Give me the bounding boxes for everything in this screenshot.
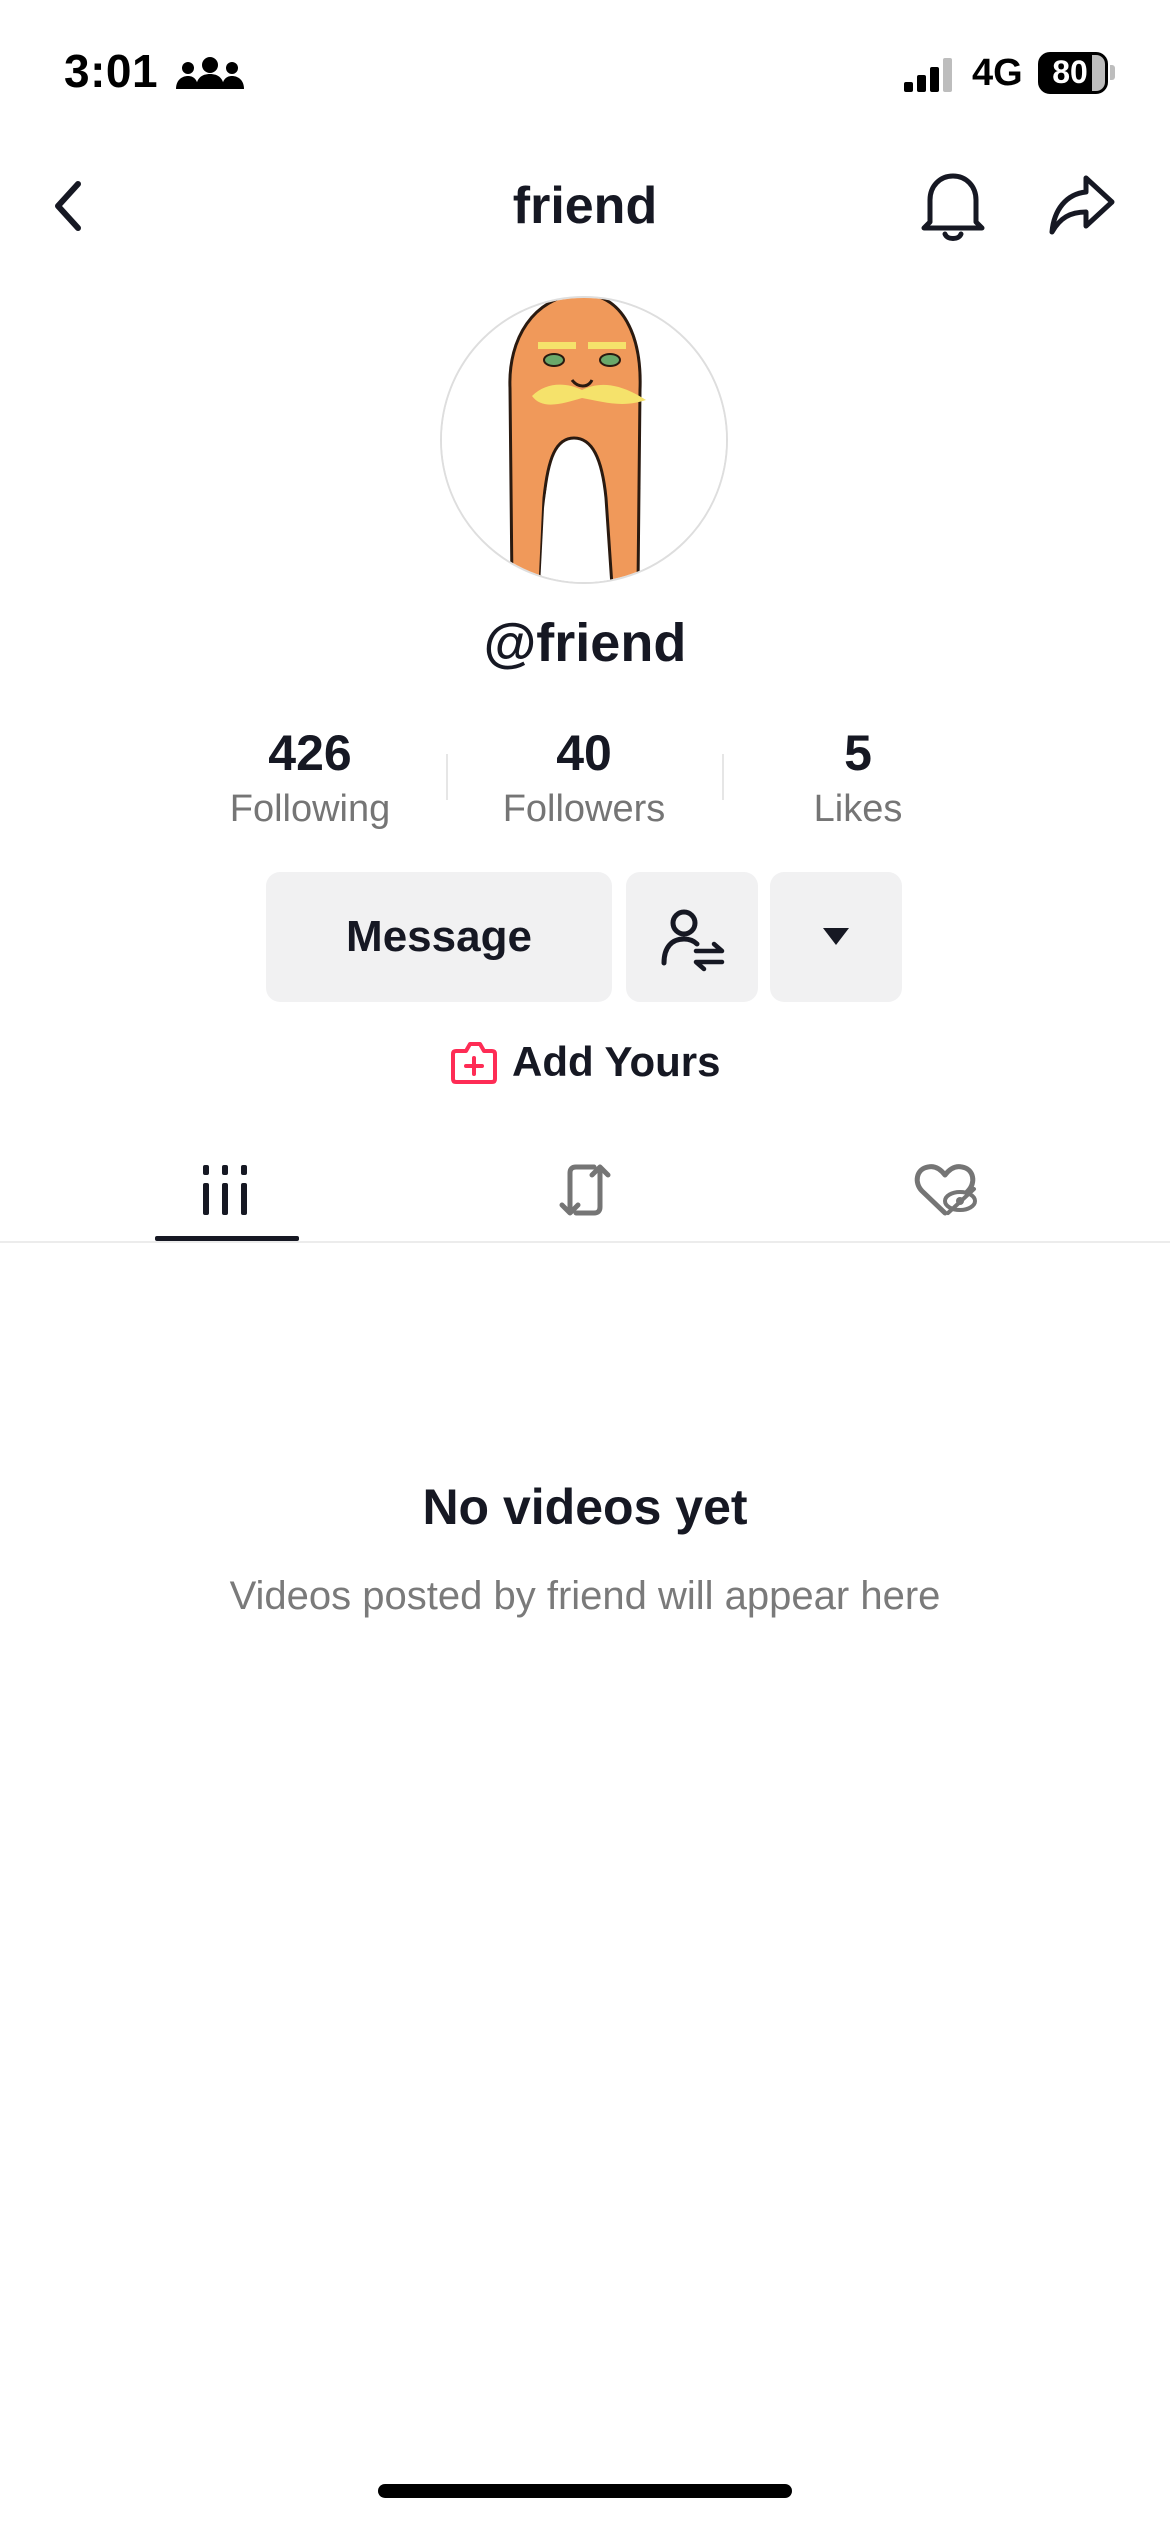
videos-grid-icon: [203, 1165, 247, 1215]
stat-likes[interactable]: 5 Likes: [738, 722, 978, 831]
people-icon: [176, 57, 244, 89]
home-indicator[interactable]: [378, 2484, 792, 2498]
following-label: Following: [229, 788, 391, 830]
empty-state-title: No videos yet: [422, 1479, 748, 1535]
empty-state-subtitle: Videos posted by friend will appear here: [229, 1574, 941, 1618]
likes-count: 5: [844, 725, 872, 781]
tab-reposts[interactable]: [390, 1140, 780, 1240]
repost-icon: [559, 1164, 611, 1216]
avatar[interactable]: [440, 296, 728, 584]
tab-liked[interactable]: [750, 1140, 1140, 1240]
friend-status-button[interactable]: [626, 872, 758, 1002]
caret-down-icon: [823, 928, 849, 945]
likes-label: Likes: [813, 788, 903, 830]
stat-divider: [722, 754, 724, 800]
profile-handle: @friend: [483, 613, 687, 673]
avatar-image: [442, 298, 726, 582]
tab-videos[interactable]: [30, 1140, 420, 1240]
add-yours-link[interactable]: Add Yours: [450, 1034, 720, 1090]
followers-count: 40: [556, 725, 612, 781]
message-button[interactable]: Message: [266, 872, 612, 1002]
network-label: 4G: [972, 52, 1023, 94]
battery-icon: 80: [1038, 52, 1116, 94]
more-options-button[interactable]: [770, 872, 902, 1002]
user-swap-icon: [661, 909, 725, 972]
page-title: friend: [512, 177, 658, 235]
liked-hidden-icon: [914, 1164, 977, 1216]
battery-percent: 80: [1052, 54, 1088, 90]
stat-divider: [446, 754, 448, 800]
add-yours-label: Add Yours: [512, 1038, 721, 1085]
share-arrow-icon[interactable]: [1046, 170, 1118, 240]
bell-icon[interactable]: [916, 166, 990, 244]
profile-screen: 3:01 4G 80 friend @friend 426 Following …: [0, 0, 1170, 2532]
status-time: 3:01: [64, 45, 159, 97]
add-yours-icon: [451, 1042, 497, 1084]
tab-divider: [0, 1241, 1170, 1243]
stat-followers[interactable]: 40 Followers: [464, 722, 704, 831]
stat-following[interactable]: 426 Following: [190, 722, 430, 831]
signal-icon: [904, 58, 952, 92]
followers-label: Followers: [502, 788, 666, 830]
following-count: 426: [268, 725, 352, 781]
